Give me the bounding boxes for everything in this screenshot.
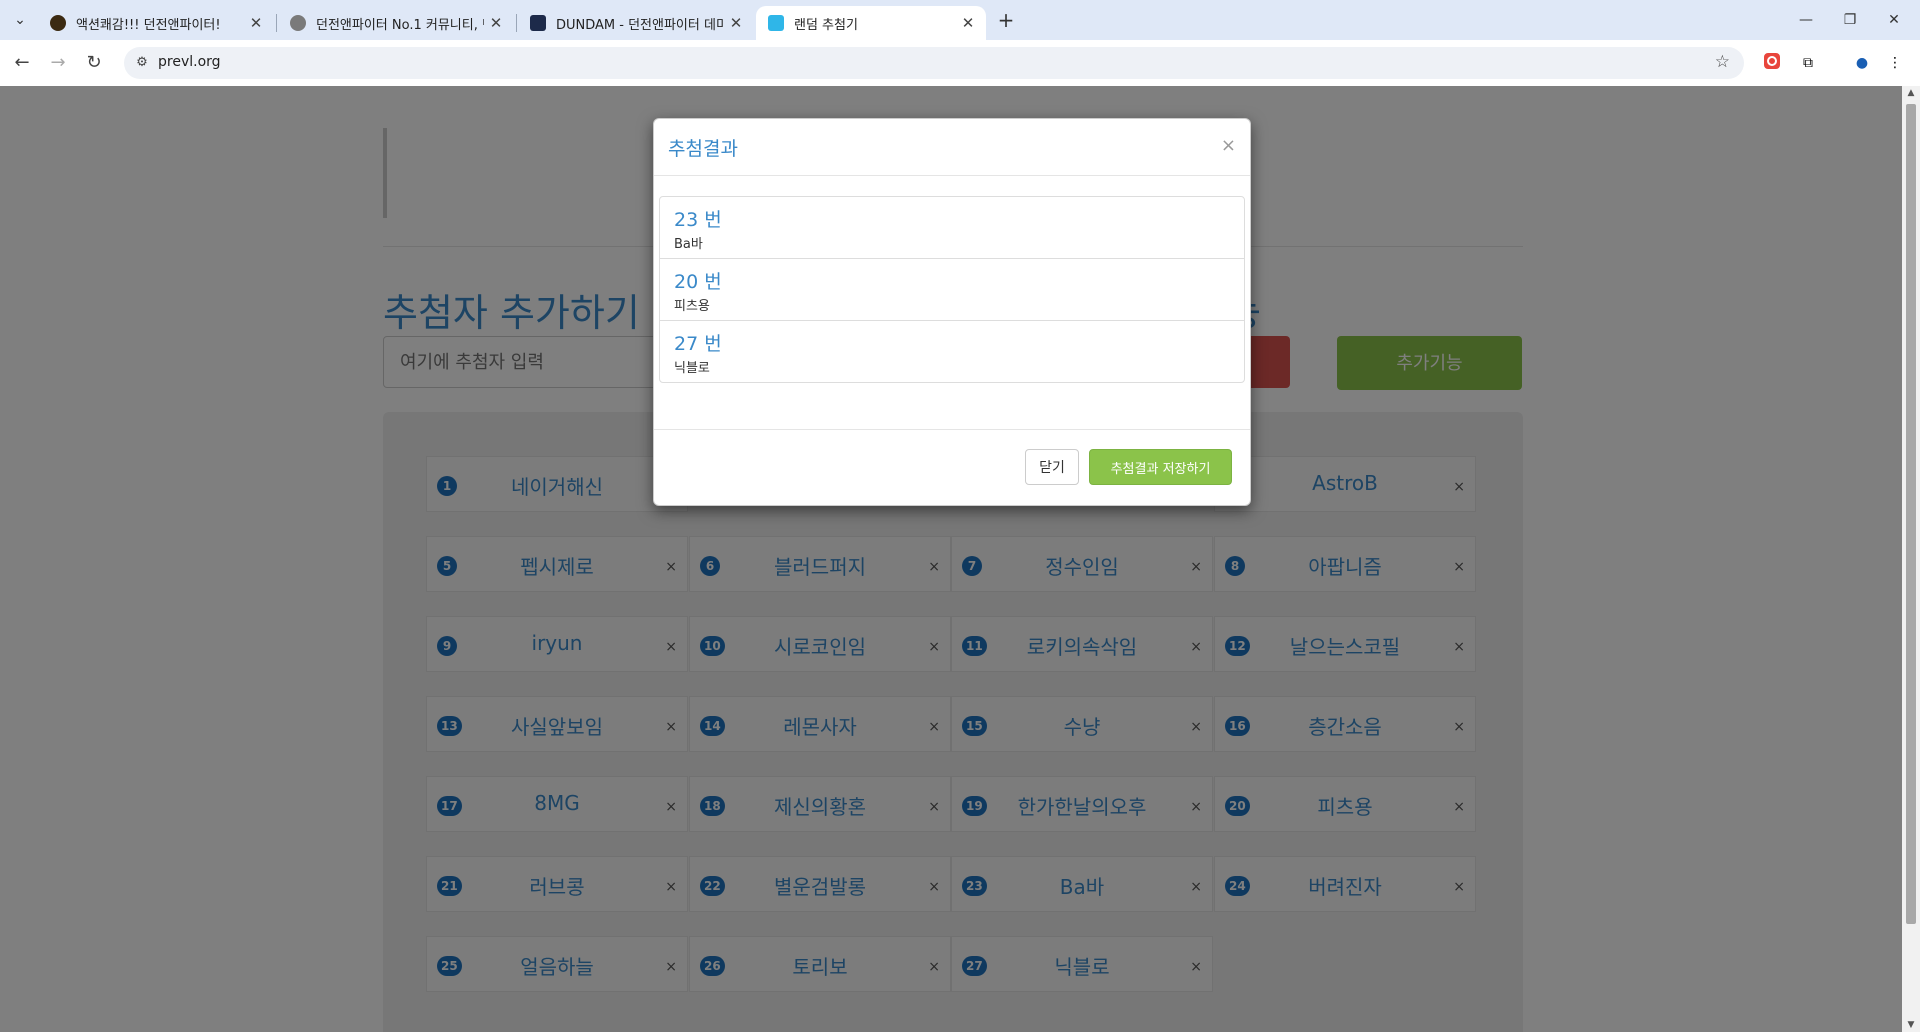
extension-red-icon[interactable]	[1761, 52, 1783, 74]
reload-icon[interactable]: ↻	[80, 49, 108, 77]
dundam-favicon-icon	[530, 15, 546, 31]
result-item: 27 번 닉블로	[659, 320, 1245, 383]
save-results-button[interactable]: 추첨결과 저장하기	[1089, 449, 1232, 485]
tab-title: DUNDAM - 던전앤파이터 데미	[556, 17, 724, 33]
window-close-icon[interactable]: ✕	[1874, 8, 1914, 32]
dnf-favicon-icon	[50, 15, 66, 31]
result-item: 23 번 Ba바	[659, 196, 1245, 259]
close-icon[interactable]: ✕	[244, 14, 268, 32]
site-settings-icon[interactable]: ⚙	[132, 53, 152, 73]
result-name: Ba바	[674, 237, 703, 252]
scroll-up-icon[interactable]: ▲	[1902, 88, 1920, 98]
scrollbar-thumb[interactable]	[1906, 104, 1916, 924]
tab-title: 랜덤 추첨기	[794, 17, 858, 33]
browser-toolbar: ← → ↻ ⚙ prevl.org ☆ ⧉ ● ⋮	[0, 40, 1920, 87]
result-number: 27 번	[674, 333, 722, 355]
url-text[interactable]: prevl.org	[158, 54, 221, 70]
close-icon[interactable]: ✕	[956, 14, 980, 32]
result-list: 23 번 Ba바 20 번 피츠용 27 번 닉블로	[659, 196, 1245, 383]
tab-title: 던전앤파이터 No.1 커뮤니티, 던	[316, 17, 484, 33]
tab-separator	[516, 14, 517, 32]
result-item: 20 번 피츠용	[659, 258, 1245, 321]
result-number: 20 번	[674, 271, 722, 293]
close-icon[interactable]: ×	[1221, 135, 1236, 156]
tab-search-icon[interactable]: ⌄	[8, 8, 32, 32]
new-tab-icon[interactable]: +	[994, 8, 1018, 32]
more-menu-icon[interactable]: ⋮	[1884, 52, 1906, 74]
globe-icon	[290, 15, 306, 31]
browser-tab-active[interactable]: 랜덤 추첨기 ✕	[756, 6, 986, 40]
result-name: 닉블로	[674, 361, 710, 376]
tab-strip: ⌄ 액션쾌감!!! 던전앤파이터! ✕ 던전앤파이터 No.1 커뮤니티, 던 …	[0, 0, 1920, 40]
draw-result-modal: 추첨결과 × 23 번 Ba바 20 번 피츠용 27 번 닉블로 닫기 추첨결…	[653, 118, 1251, 506]
maximize-icon[interactable]: ❐	[1830, 8, 1870, 32]
modal-footer: 닫기 추첨결과 저장하기	[654, 429, 1250, 506]
close-button[interactable]: 닫기	[1025, 449, 1079, 485]
scroll-down-icon[interactable]: ▼	[1902, 1020, 1920, 1030]
page-scrollbar[interactable]: ▲ ▼	[1902, 86, 1920, 1032]
tab-separator	[276, 14, 277, 32]
modal-header: 추첨결과 ×	[654, 119, 1250, 176]
address-bar[interactable]: ⚙ prevl.org ☆	[124, 47, 1744, 79]
browser-tab[interactable]: DUNDAM - 던전앤파이터 데미 ✕	[518, 6, 754, 40]
result-name: 피츠용	[674, 299, 710, 314]
browser-tab[interactable]: 액션쾌감!!! 던전앤파이터! ✕	[38, 6, 274, 40]
close-icon[interactable]: ✕	[484, 14, 508, 32]
minimize-icon[interactable]: —	[1786, 8, 1826, 32]
back-icon[interactable]: ←	[8, 49, 36, 77]
raffle-favicon-icon	[768, 15, 784, 31]
extensions-puzzle-icon[interactable]: ⧉	[1797, 52, 1819, 74]
page-content: 추첨자 추가하기 능 추가기능 1 네이거해신 AstroB × 5펩시제로× …	[0, 86, 1902, 1032]
browser-tab[interactable]: 던전앤파이터 No.1 커뮤니티, 던 ✕	[278, 6, 514, 40]
bookmark-star-icon[interactable]: ☆	[1715, 52, 1730, 72]
close-icon[interactable]: ✕	[724, 14, 748, 32]
profile-avatar-icon[interactable]: ●	[1851, 52, 1873, 74]
tab-title: 액션쾌감!!! 던전앤파이터!	[76, 17, 221, 33]
result-number: 23 번	[674, 209, 722, 231]
modal-title: 추첨결과	[668, 138, 738, 160]
forward-icon[interactable]: →	[44, 49, 72, 77]
